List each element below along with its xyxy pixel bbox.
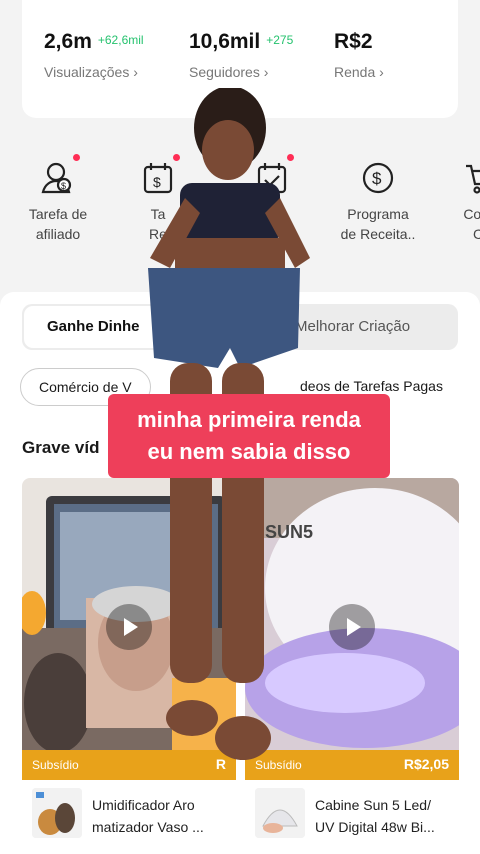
product-image xyxy=(255,788,305,838)
stat-followers[interactable]: 10,6mil +275 Seguidores › xyxy=(189,30,294,80)
tab-earn-money[interactable]: Ganhe Dinhe xyxy=(47,318,140,335)
section-title: Grave víd xyxy=(22,438,100,457)
task-commerce[interactable]: Comé Cri xyxy=(432,150,480,244)
dollar-calendar-icon: $ xyxy=(138,154,180,198)
subsidy-label: Subsídio xyxy=(32,758,79,772)
stats-card: 2,6m +62,6mil Visualizações › 10,6mil +275… xyxy=(22,0,458,118)
product-name: Cabine Sun 5 Led/ UV Digital 48w Bi... xyxy=(315,797,435,835)
stat-label: Visualizações › xyxy=(44,64,138,80)
segmented-control: Ganhe Dinhe Melhorar Criação xyxy=(22,304,458,350)
video-thumbnail[interactable] xyxy=(22,478,236,750)
product-row[interactable]: Umidificador Aro matizador Vaso ... xyxy=(22,780,236,838)
subsidy-bar: Subsídio R xyxy=(22,750,236,780)
video-thumbnail[interactable]: SUN5 xyxy=(245,478,459,750)
product-name: Umidificador Aro matizador Vaso ... xyxy=(92,797,204,835)
video-caption: minha primeira renda eu nem sabia disso xyxy=(108,394,390,478)
stat-delta: +62,6mil xyxy=(97,33,144,47)
subsidy-price: R$2,05 xyxy=(403,756,449,772)
tab-improve-creation[interactable]: Melhorar Criação xyxy=(295,318,410,335)
stat-delta: +275 xyxy=(266,33,294,47)
task-label: e xyxy=(268,206,276,222)
affiliate-icon: $ xyxy=(38,154,80,198)
play-icon[interactable] xyxy=(106,604,152,650)
task-card[interactable]: SUN5 Subsídio R$2,05 Cabine Sun 5 Led/ U… xyxy=(245,478,459,838)
subsidy-bar: Subsídio R$2,05 xyxy=(245,750,459,780)
task-label: Comé Cri xyxy=(463,206,480,242)
notification-dot xyxy=(173,154,180,161)
task-affiliate[interactable]: $ Tarefa de afiliado xyxy=(8,150,108,244)
earn-money-panel: Ganhe Dinhe Melhorar Criação Comércio de… xyxy=(0,292,480,854)
notification-dot xyxy=(73,154,80,161)
svg-text:$: $ xyxy=(61,181,66,191)
play-icon[interactable] xyxy=(329,604,375,650)
svg-text:$: $ xyxy=(372,169,382,188)
task-checkin[interactable]: e xyxy=(222,150,322,224)
task-label: Tarefa de afiliado xyxy=(28,206,88,242)
caption-line-2: eu nem sabia disso xyxy=(147,439,351,464)
stat-views[interactable]: 2,6m +62,6mil Visualizações › xyxy=(44,30,144,80)
task-revenue-program[interactable]: $ Programa de Receita.. xyxy=(328,150,428,244)
stat-label: Renda › xyxy=(334,64,384,80)
task-shortcuts: $ Tarefa de afiliado $ Ta Re e $ Program… xyxy=(0,150,480,260)
caption-line-1: minha primeira renda xyxy=(137,407,361,432)
stat-value: R$2 xyxy=(334,30,373,53)
task-card[interactable]: Subsídio R Umidificador Aro matizador Va… xyxy=(22,478,236,838)
stat-income[interactable]: R$2 Renda › xyxy=(334,30,384,80)
task-paid-videos[interactable]: $ Ta Re xyxy=(108,150,208,244)
svg-text:$: $ xyxy=(153,174,161,190)
stat-label: Seguidores › xyxy=(189,64,269,80)
product-image xyxy=(32,788,82,838)
dollar-circle-icon: $ xyxy=(358,158,398,198)
notification-dot xyxy=(287,154,294,161)
task-label: Programa de Receita.. xyxy=(340,206,416,242)
svg-text:SUN5: SUN5 xyxy=(265,522,313,542)
product-row[interactable]: Cabine Sun 5 Led/ UV Digital 48w Bi... xyxy=(245,780,459,838)
task-label: Ta Re xyxy=(149,206,167,242)
check-calendar-icon xyxy=(252,154,294,198)
subsidy-label: Subsídio xyxy=(255,758,302,772)
cart-icon xyxy=(462,158,480,198)
stat-value: 10,6mil xyxy=(189,30,261,53)
stat-value: 2,6m xyxy=(44,30,92,53)
subsidy-price: R xyxy=(215,756,226,772)
